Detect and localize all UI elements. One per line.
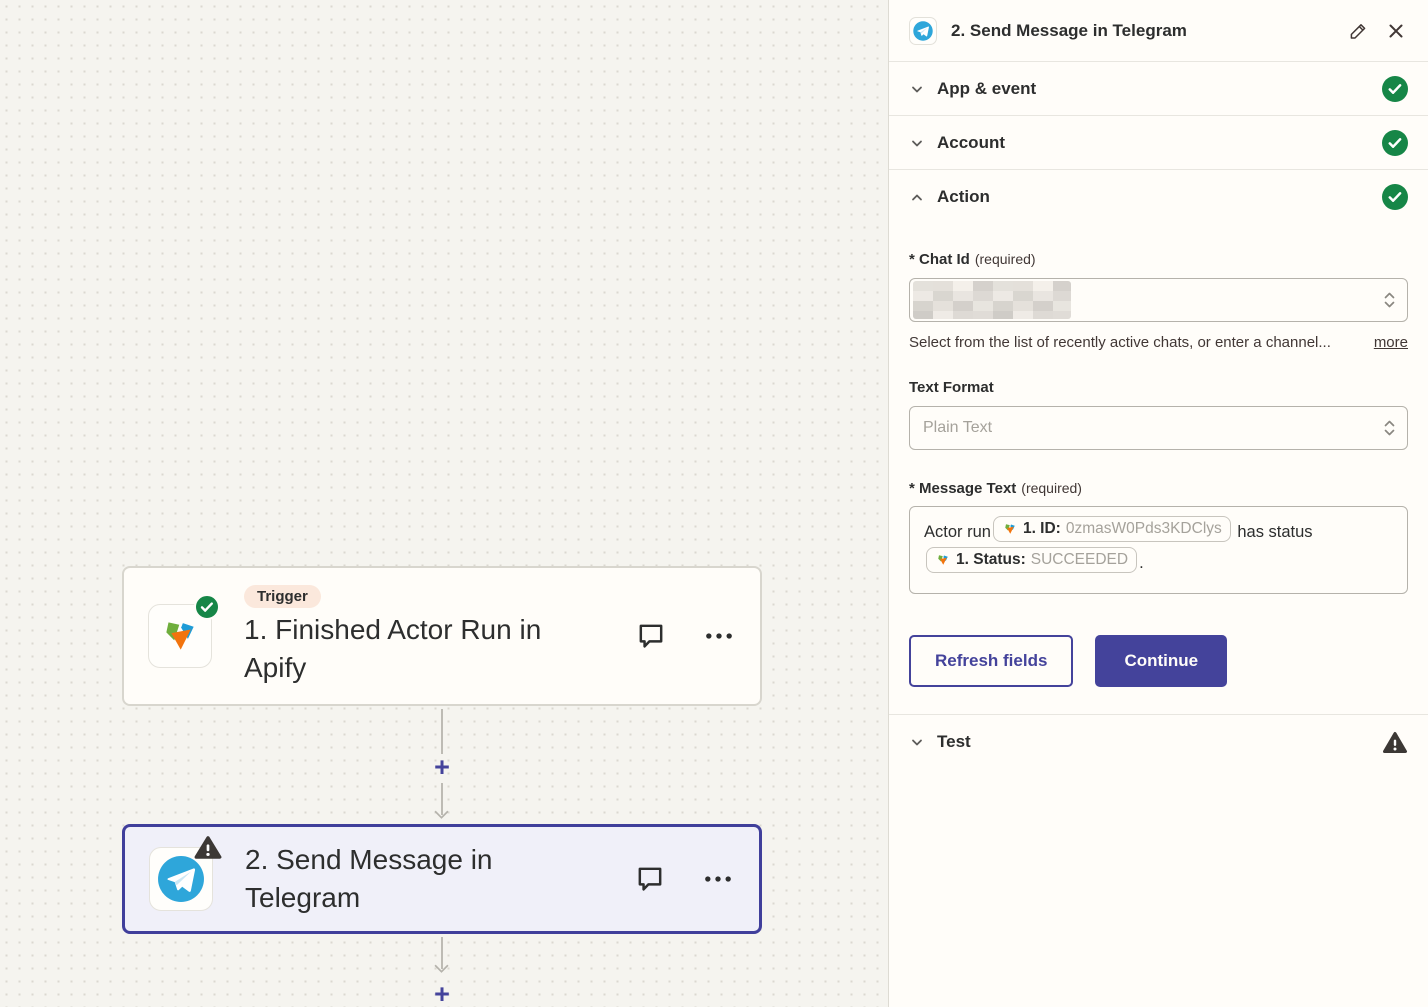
section-account[interactable]: Account xyxy=(889,116,1428,170)
mapped-field-token-id[interactable]: 1. ID:0zmasW0Pds3KDClys xyxy=(993,516,1231,542)
chat-id-select[interactable] xyxy=(909,278,1408,322)
rename-step-button[interactable] xyxy=(1346,19,1370,43)
section-label: Account xyxy=(937,133,1005,153)
message-text-prefix: Actor run xyxy=(924,523,991,541)
text-format-value: Plain Text xyxy=(913,419,992,437)
chat-id-label: * Chat Id(required) xyxy=(909,251,1408,268)
chevron-down-icon xyxy=(909,734,925,750)
ellipsis-icon xyxy=(703,864,733,894)
comment-bubble-icon xyxy=(636,621,666,651)
telegram-app-icon xyxy=(149,847,213,911)
step-menu-button[interactable] xyxy=(701,862,735,896)
chevron-up-icon xyxy=(909,189,925,205)
section-complete-check-icon xyxy=(1382,76,1408,102)
apify-logo-icon xyxy=(1002,521,1018,537)
arrow-down-icon xyxy=(434,810,449,819)
step-complete-check-icon xyxy=(194,594,220,620)
section-warning-icon xyxy=(1382,730,1408,755)
panel-header: 2. Send Message in Telegram xyxy=(889,0,1428,62)
add-step-button[interactable]: + xyxy=(427,979,457,1007)
message-text-middle: has status xyxy=(1233,523,1313,541)
message-text-suffix: . xyxy=(1139,554,1144,572)
mapped-field-token-status[interactable]: 1. Status:SUCCEEDED xyxy=(926,547,1137,573)
zap-editor-canvas[interactable]: Trigger 1. Finished Actor Run in Apify +… xyxy=(0,0,888,1007)
select-chevrons-icon xyxy=(1382,290,1397,311)
pencil-icon xyxy=(1348,21,1368,41)
panel-step-title: 2. Send Message in Telegram xyxy=(951,21,1332,41)
add-note-button[interactable] xyxy=(633,862,667,896)
add-step-button[interactable]: + xyxy=(427,752,457,782)
close-icon xyxy=(1386,21,1406,41)
chat-id-helper-row: Select from the list of recently active … xyxy=(909,334,1408,351)
step-warning-icon xyxy=(193,834,223,862)
trigger-step-title: 1. Finished Actor Run in Apify xyxy=(244,611,584,687)
section-test[interactable]: Test xyxy=(889,715,1428,769)
arrow-down-icon xyxy=(434,964,449,973)
section-complete-check-icon xyxy=(1382,184,1408,210)
continue-button[interactable]: Continue xyxy=(1095,635,1227,687)
section-label: Action xyxy=(937,187,990,207)
step-card-trigger[interactable]: Trigger 1. Finished Actor Run in Apify xyxy=(122,566,762,706)
chevron-down-icon xyxy=(909,135,925,151)
select-chevrons-icon xyxy=(1382,418,1397,439)
section-action[interactable]: Action xyxy=(889,170,1428,224)
ellipsis-icon xyxy=(704,621,734,651)
step-settings-panel: 2. Send Message in Telegram App & event … xyxy=(888,0,1428,1007)
trigger-badge: Trigger xyxy=(244,585,321,608)
action-form: * Chat Id(required) Select from the list… xyxy=(889,251,1428,715)
text-format-select[interactable]: Plain Text xyxy=(909,406,1408,450)
refresh-fields-button[interactable]: Refresh fields xyxy=(909,635,1073,687)
trigger-card-text: Trigger 1. Finished Actor Run in Apify xyxy=(244,585,584,687)
chevron-down-icon xyxy=(909,81,925,97)
section-label: App & event xyxy=(937,79,1036,99)
section-label: Test xyxy=(937,732,971,752)
chat-id-helper-text: Select from the list of recently active … xyxy=(909,334,1374,351)
connector-line xyxy=(441,709,443,754)
apify-app-icon xyxy=(148,604,212,668)
step-card-action-selected[interactable]: 2. Send Message in Telegram xyxy=(122,824,762,934)
message-text-label: * Message Text(required) xyxy=(909,480,1408,497)
more-link[interactable]: more xyxy=(1374,334,1408,351)
apify-logo-icon xyxy=(935,552,951,568)
text-format-label: Text Format xyxy=(909,379,1408,396)
section-app-event[interactable]: App & event xyxy=(889,62,1428,116)
add-note-button[interactable] xyxy=(634,619,668,653)
step-menu-button[interactable] xyxy=(702,619,736,653)
telegram-app-icon-small xyxy=(909,17,937,45)
section-complete-check-icon xyxy=(1382,130,1408,156)
action-card-text: 2. Send Message in Telegram xyxy=(245,841,585,917)
telegram-logo-icon xyxy=(912,20,934,42)
chat-id-redacted-value xyxy=(913,281,1071,319)
comment-bubble-icon xyxy=(635,864,665,894)
close-panel-button[interactable] xyxy=(1384,19,1408,43)
message-text-editor[interactable]: Actor run1. ID:0zmasW0Pds3KDClys has sta… xyxy=(909,506,1408,594)
action-step-title: 2. Send Message in Telegram xyxy=(245,841,585,917)
